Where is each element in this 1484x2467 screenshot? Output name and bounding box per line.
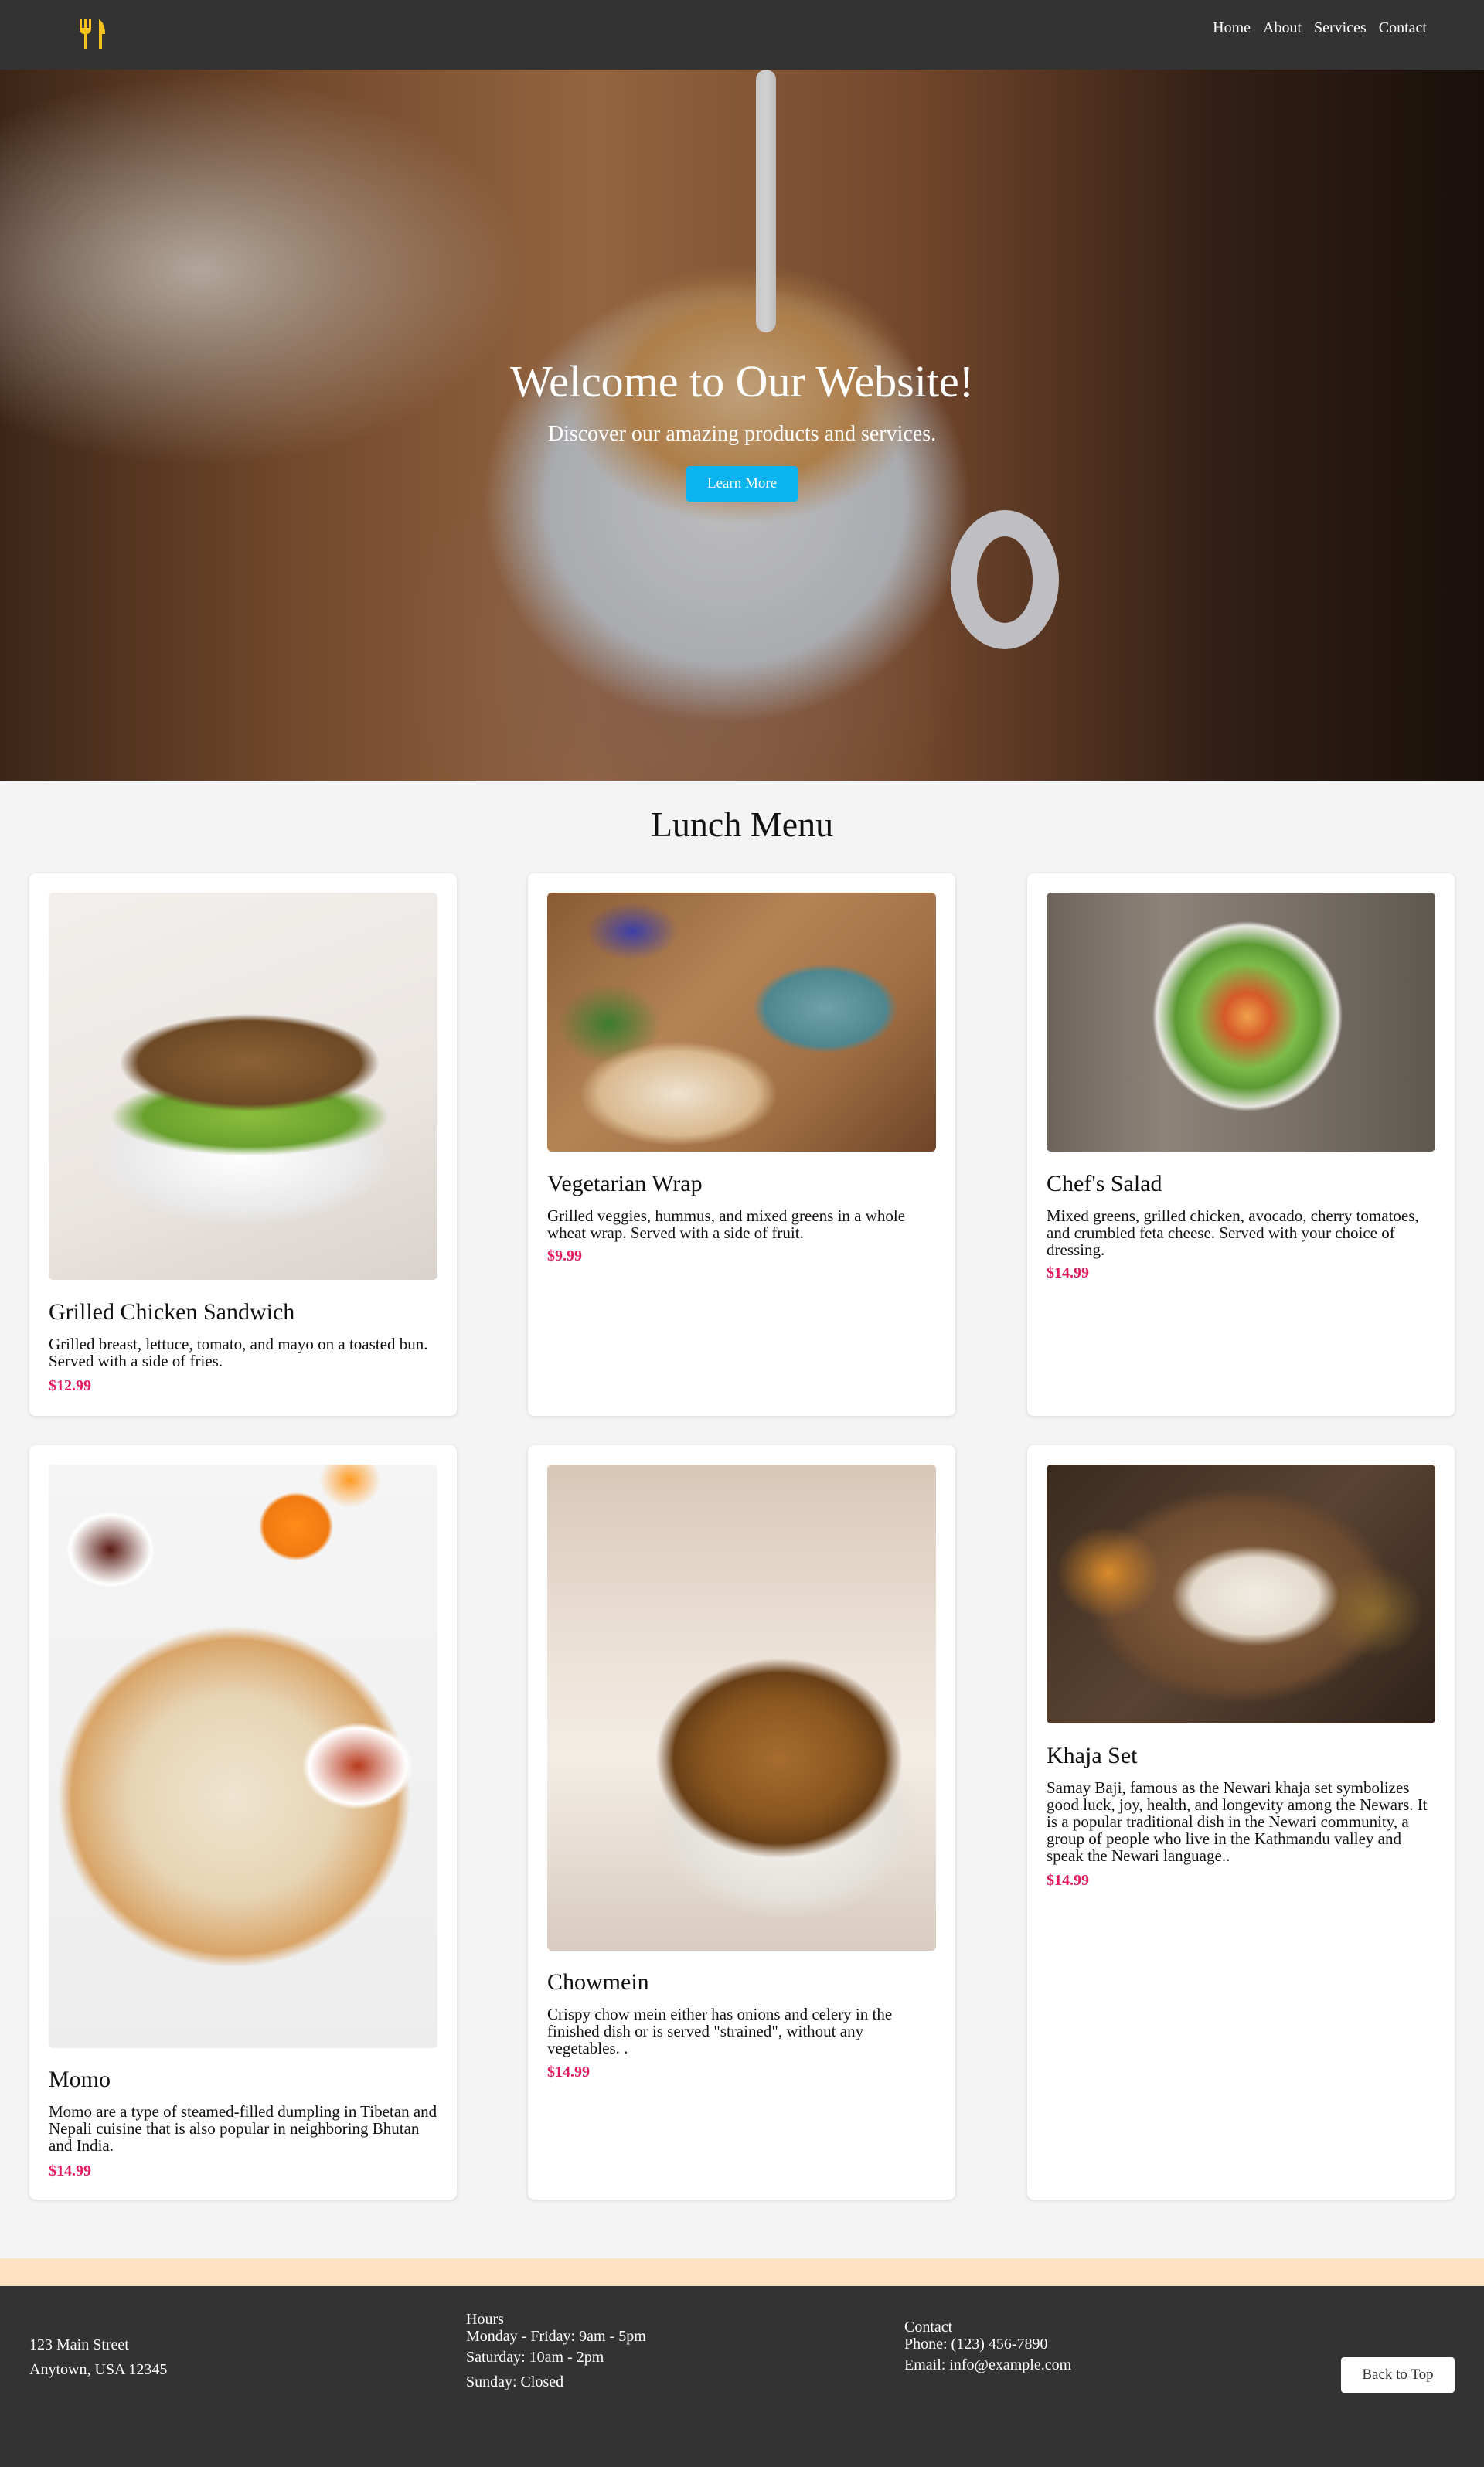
- contact-email: Email: info@example.com: [904, 2356, 1072, 2373]
- menu-card-vegetarian-wrap: Vegetarian Wrap Grilled veggies, hummus,…: [528, 873, 955, 1416]
- hours-title: Hours: [466, 2311, 504, 2328]
- hours-line: Sunday: Closed: [466, 2373, 564, 2390]
- learn-more-button[interactable]: Learn More: [686, 466, 798, 502]
- hero-title: Welcome to Our Website!: [509, 356, 975, 407]
- food-image-momo: [49, 1465, 437, 2048]
- food-image-chowmein: [547, 1465, 936, 1951]
- footer-address: 123 Main Street Anytown, USA 12345: [29, 2333, 167, 2382]
- contact-title: Contact: [904, 2319, 953, 2336]
- menu-item-description: Grilled breast, lettuce, tomato, and may…: [49, 1335, 428, 1370]
- menu-item-price: $14.99: [1047, 1264, 1089, 1281]
- menu-card-grilled-chicken-sandwich: Grilled Chicken Sandwich Grilled breast,…: [29, 873, 457, 1416]
- hours-line: Saturday: 10am - 2pm: [466, 2349, 604, 2366]
- hero-banner: Welcome to Our Website! Discover our ama…: [0, 70, 1484, 781]
- menu-card-khaja-set: Khaja Set Samay Baji, famous as the Newa…: [1027, 1445, 1455, 2200]
- menu-item-name: Chef's Salad: [1047, 1171, 1162, 1196]
- navbar: Home About Services Contact: [0, 0, 1484, 70]
- nav-link-contact[interactable]: Contact: [1379, 17, 1427, 39]
- address-line: 123 Main Street: [29, 2336, 129, 2353]
- menu-item-price: $9.99: [547, 1247, 582, 1264]
- footer-accent-band: [0, 2258, 1484, 2286]
- menu-card-chowmein: Chowmein Crispy chow mein either has oni…: [528, 1445, 955, 2200]
- footer-contact: Contact Phone: (123) 456-7890 Email: inf…: [904, 2319, 1071, 2377]
- menu-card-momo: Momo Momo are a type of steamed-filled d…: [29, 1445, 457, 2200]
- nav-links: Home About Services Contact: [1213, 17, 1427, 39]
- nav-link-about[interactable]: About: [1263, 17, 1302, 39]
- menu-item-description: Mixed greens, grilled chicken, avocado, …: [1047, 1206, 1419, 1259]
- menu-item-description: Samay Baji, famous as the Newari khaja s…: [1047, 1778, 1428, 1865]
- menu-item-description: Momo are a type of steamed-filled dumpli…: [49, 2102, 437, 2155]
- menu-item-name: Chowmein: [547, 1969, 649, 1995]
- menu-item-name: Khaja Set: [1047, 1743, 1138, 1768]
- food-image-salad: [1047, 893, 1435, 1152]
- address-line: Anytown, USA 12345: [29, 2361, 168, 2378]
- menu-item-price: $12.99: [49, 1377, 91, 1394]
- food-image-wrap: [547, 893, 936, 1152]
- menu-item-name: Momo: [49, 2067, 111, 2092]
- menu-item-price: $14.99: [547, 2064, 590, 2081]
- footer: 123 Main Street Anytown, USA 12345 Hours…: [0, 2286, 1484, 2467]
- menu-item-name: Grilled Chicken Sandwich: [49, 1299, 295, 1325]
- menu-item-price: $14.99: [1047, 1872, 1089, 1889]
- fork-knife-icon[interactable]: [77, 17, 108, 51]
- food-image-khaja-set: [1047, 1465, 1435, 1723]
- nav-link-services[interactable]: Services: [1314, 17, 1367, 39]
- menu-title: Lunch Menu: [650, 805, 834, 844]
- hours-line: Monday - Friday: 9am - 5pm: [466, 2328, 646, 2345]
- hero-subtitle: Discover our amazing products and servic…: [547, 422, 937, 446]
- nav-link-home[interactable]: Home: [1213, 17, 1251, 39]
- menu-item-description: Crispy chow mein either has onions and c…: [547, 2005, 893, 2057]
- footer-hours: Hours Monday - Friday: 9am - 5pm Saturda…: [466, 2311, 646, 2394]
- back-to-top-button[interactable]: Back to Top: [1341, 2357, 1455, 2393]
- menu-card-chefs-salad: Chef's Salad Mixed greens, grilled chick…: [1027, 873, 1455, 1416]
- menu-item-name: Vegetarian Wrap: [547, 1171, 703, 1196]
- menu-item-description: Grilled veggies, hummus, and mixed green…: [547, 1206, 906, 1242]
- contact-phone: Phone: (123) 456-7890: [904, 2336, 1048, 2353]
- food-image-sandwich: [49, 893, 437, 1280]
- menu-item-price: $14.99: [49, 2162, 91, 2179]
